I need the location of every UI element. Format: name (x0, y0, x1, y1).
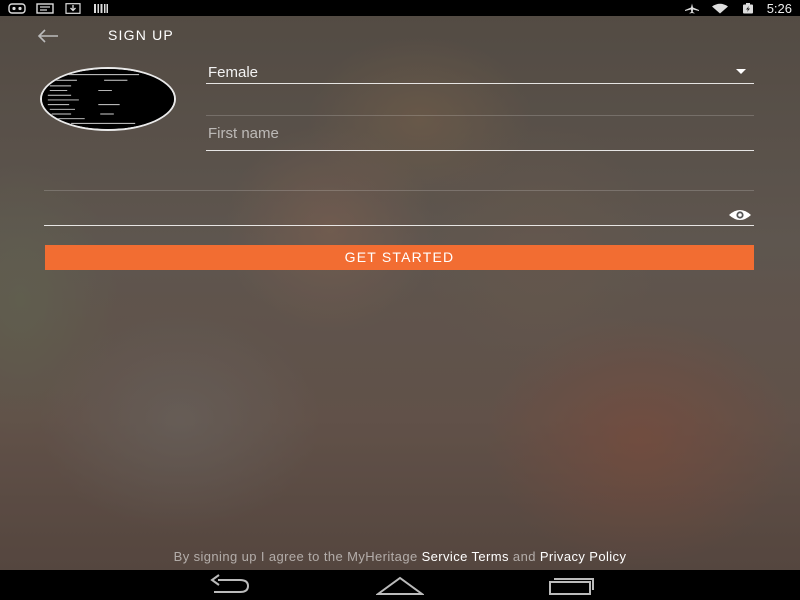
caret-down-icon (736, 69, 746, 74)
download-icon (64, 2, 82, 14)
profile-photo-avatar[interactable] (40, 67, 176, 131)
password-input[interactable] (44, 194, 754, 226)
wifi-icon (711, 3, 729, 14)
password-field[interactable] (44, 194, 754, 226)
nav-recents-icon[interactable] (548, 574, 594, 596)
gender-underline (206, 83, 754, 84)
first-name-input[interactable] (206, 118, 754, 151)
system-nav-bar (0, 570, 800, 600)
terms-joiner-text: and (508, 549, 540, 564)
airplane-mode-icon (683, 3, 701, 14)
sign-up-screen: 5:26 SIGN UP Female First name GET START… (0, 0, 800, 600)
gender-select[interactable]: Female (206, 60, 754, 84)
privacy-policy-link[interactable]: Privacy Policy (540, 549, 627, 564)
nav-back-icon[interactable] (206, 574, 252, 596)
password-underline (44, 225, 754, 226)
status-bar-notifications (8, 2, 110, 14)
first-name-field[interactable] (206, 118, 754, 151)
arrow-left-icon[interactable] (36, 28, 60, 44)
barcode-icon (92, 3, 110, 14)
first-name-underline (206, 150, 754, 151)
get-started-button[interactable]: GET STARTED (45, 245, 754, 270)
status-bar: 5:26 (0, 0, 800, 16)
gender-selected-value: Female (208, 64, 259, 81)
terms-notice: By signing up I agree to the MyHeritage … (0, 549, 800, 567)
service-terms-link[interactable]: Service Terms (422, 549, 509, 564)
eye-icon[interactable] (728, 208, 752, 222)
status-bar-system: 5:26 (683, 1, 792, 16)
nav-home-icon[interactable] (376, 574, 424, 596)
status-time: 5:26 (766, 0, 792, 16)
section-divider (206, 115, 754, 116)
notification-message-icon (36, 2, 54, 14)
page-title: SIGN UP (108, 27, 174, 43)
section-divider (44, 190, 754, 191)
terms-prefix-text: By signing up I agree to the MyHeritage (173, 549, 422, 564)
notification-game-icon (8, 2, 26, 14)
battery-icon (739, 2, 757, 14)
